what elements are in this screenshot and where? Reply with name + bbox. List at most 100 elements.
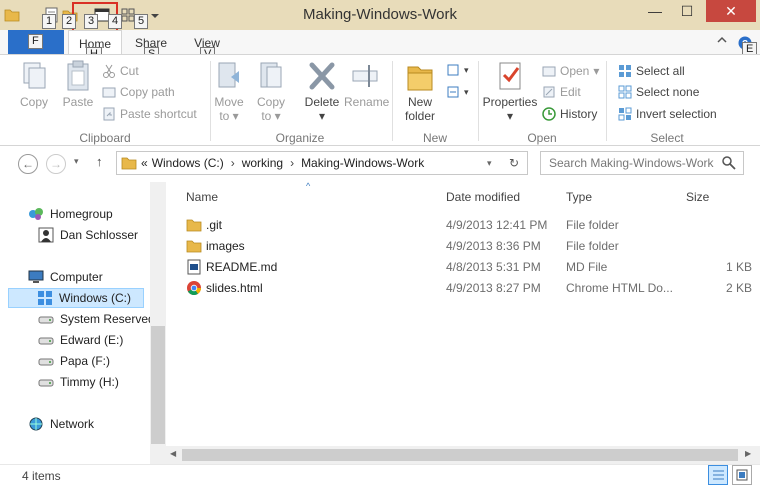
file-type: File folder — [566, 218, 619, 232]
column-header-date[interactable]: Date modified — [446, 190, 520, 204]
file-size: 2 KB — [725, 281, 752, 295]
history-icon — [542, 107, 556, 121]
copy-path-button[interactable]: Copy path — [102, 83, 175, 101]
forward-button[interactable]: → — [46, 154, 66, 174]
breadcrumb-item[interactable]: Windows (C:) — [152, 156, 224, 170]
back-button[interactable]: ← — [18, 154, 38, 174]
column-header-size[interactable]: Size — [686, 190, 709, 204]
expand-ribbon-icon[interactable] — [716, 34, 728, 49]
paste-shortcut-button[interactable]: Paste shortcut — [102, 105, 197, 123]
invert-selection-icon — [618, 107, 632, 121]
minimize-button[interactable]: — — [640, 0, 670, 22]
nav-item-drive[interactable]: Edward (E:) — [38, 330, 123, 350]
file-type: MD File — [566, 260, 608, 274]
nav-item-homegroup[interactable]: Homegroup — [28, 204, 113, 224]
easy-access-button[interactable]: ▾ — [446, 83, 469, 101]
details-view-button[interactable] — [708, 465, 728, 485]
cut-button[interactable]: Cut — [102, 62, 139, 80]
drive-icon — [38, 337, 54, 345]
invert-selection-button[interactable]: Invert selection — [618, 105, 717, 123]
copy-to-icon — [260, 62, 282, 88]
nav-item-drive[interactable]: System Reserved — [38, 309, 155, 329]
new-item-button[interactable]: ▾ — [446, 61, 469, 79]
refresh-icon[interactable]: ↻ — [509, 156, 519, 170]
keytip-4: 4 — [108, 14, 123, 29]
user-icon — [38, 227, 54, 243]
table-row[interactable]: images 4/9/2013 8:36 PM File folder — [166, 236, 760, 256]
ribbon: Copy Paste Cut Copy path Paste shortcut … — [0, 54, 760, 146]
file-date: 4/8/2013 5:31 PM — [446, 260, 541, 274]
properties-button[interactable]: Properties ▾ — [482, 59, 538, 123]
drive-icon — [38, 379, 54, 387]
copy-to-button[interactable]: Copy to ▾ — [254, 59, 288, 123]
move-to-icon — [218, 62, 239, 88]
nav-item-drive[interactable]: Timmy (H:) — [38, 372, 119, 392]
scroll-right-icon[interactable]: ▶ — [745, 449, 751, 458]
nav-item-network[interactable]: Network — [28, 414, 94, 434]
paste-button[interactable]: Paste — [58, 59, 98, 109]
table-row[interactable]: README.md 4/8/2013 5:31 PM MD File 1 KB — [166, 257, 760, 277]
chevron-right-icon[interactable]: › — [231, 156, 235, 170]
file-name: slides.html — [206, 281, 263, 295]
folder-icon — [186, 240, 202, 253]
nav-item-computer[interactable]: Computer — [28, 267, 103, 287]
recent-locations-icon[interactable]: ▾ — [74, 156, 79, 167]
copy-path-icon — [102, 87, 116, 98]
file-type: Chrome HTML Do... — [566, 281, 673, 295]
group-organize-label: Organize — [275, 131, 325, 145]
properties-icon — [499, 62, 521, 90]
delete-button[interactable]: Delete ▾ — [300, 59, 344, 123]
maximize-button[interactable]: ☐ — [672, 0, 702, 22]
select-all-icon — [619, 65, 631, 77]
table-row[interactable]: slides.html 4/9/2013 8:27 PM Chrome HTML… — [166, 278, 760, 298]
address-dropdown-icon[interactable]: ▾ — [487, 158, 492, 169]
file-list: ^ Name Date modified Type Size .git 4/9/… — [166, 181, 760, 446]
search-icon — [722, 156, 736, 173]
open-button[interactable]: Open ▾ — [542, 62, 599, 80]
chevron-right-icon[interactable]: › — [290, 156, 294, 170]
up-arrow-icon[interactable]: ↑ — [96, 154, 103, 169]
large-icons-view-button[interactable] — [732, 465, 752, 485]
nav-item-drive[interactable]: Papa (F:) — [38, 351, 110, 371]
navigation-pane: Homegroup Dan Schlosser Computer Windows… — [0, 182, 155, 464]
rename-button[interactable]: Rename — [344, 59, 389, 109]
table-row[interactable]: .git 4/9/2013 12:41 PM File folder — [166, 215, 760, 235]
keytip-3: 3 — [84, 14, 99, 29]
new-folder-icon — [407, 66, 433, 91]
nav-pane-scroll-thumb[interactable] — [151, 326, 165, 444]
close-button[interactable]: ✕ — [706, 0, 756, 22]
nav-item-drive-c[interactable]: Windows (C:) — [8, 288, 144, 308]
keytip-1: 1 — [42, 14, 57, 29]
new-folder-button[interactable]: New folder — [398, 59, 442, 123]
scroll-left-icon[interactable]: ◀ — [170, 449, 176, 458]
forward-arrow-icon: → — [50, 157, 62, 171]
drive-icon — [38, 316, 54, 324]
homegroup-icon — [29, 208, 43, 220]
edit-icon — [543, 86, 555, 98]
edit-button[interactable]: Edit — [542, 83, 581, 101]
address-bar[interactable]: « Windows (C:) › working › Making-Window… — [116, 151, 528, 175]
folder-icon — [186, 219, 202, 232]
column-header-type[interactable]: Type — [566, 190, 592, 204]
nav-item-user[interactable]: Dan Schlosser — [38, 225, 138, 245]
open-icon — [542, 66, 556, 77]
move-to-button[interactable]: Move to ▾ — [212, 59, 246, 123]
item-count: 4 items — [22, 469, 61, 483]
breadcrumb-item[interactable]: working — [242, 156, 283, 170]
breadcrumb-overflow[interactable]: « — [141, 156, 148, 170]
select-none-button[interactable]: Select none — [618, 83, 699, 101]
column-header-name[interactable]: Name — [186, 190, 218, 204]
status-bar: 4 items — [0, 464, 760, 494]
file-list-scroll-thumb[interactable] — [182, 449, 738, 461]
search-input[interactable]: Search Making-Windows-Work — [540, 151, 744, 175]
large-icons-view-icon — [736, 469, 748, 481]
breadcrumb-item[interactable]: Making-Windows-Work — [301, 156, 424, 170]
select-all-button[interactable]: Select all — [618, 62, 685, 80]
windows-drive-icon — [38, 291, 52, 305]
copy-button[interactable]: Copy — [14, 59, 54, 109]
ribbon-divider — [606, 61, 607, 141]
easy-access-icon — [447, 86, 459, 98]
history-button[interactable]: History — [542, 105, 597, 123]
details-view-icon — [713, 470, 724, 480]
computer-icon — [28, 270, 44, 283]
